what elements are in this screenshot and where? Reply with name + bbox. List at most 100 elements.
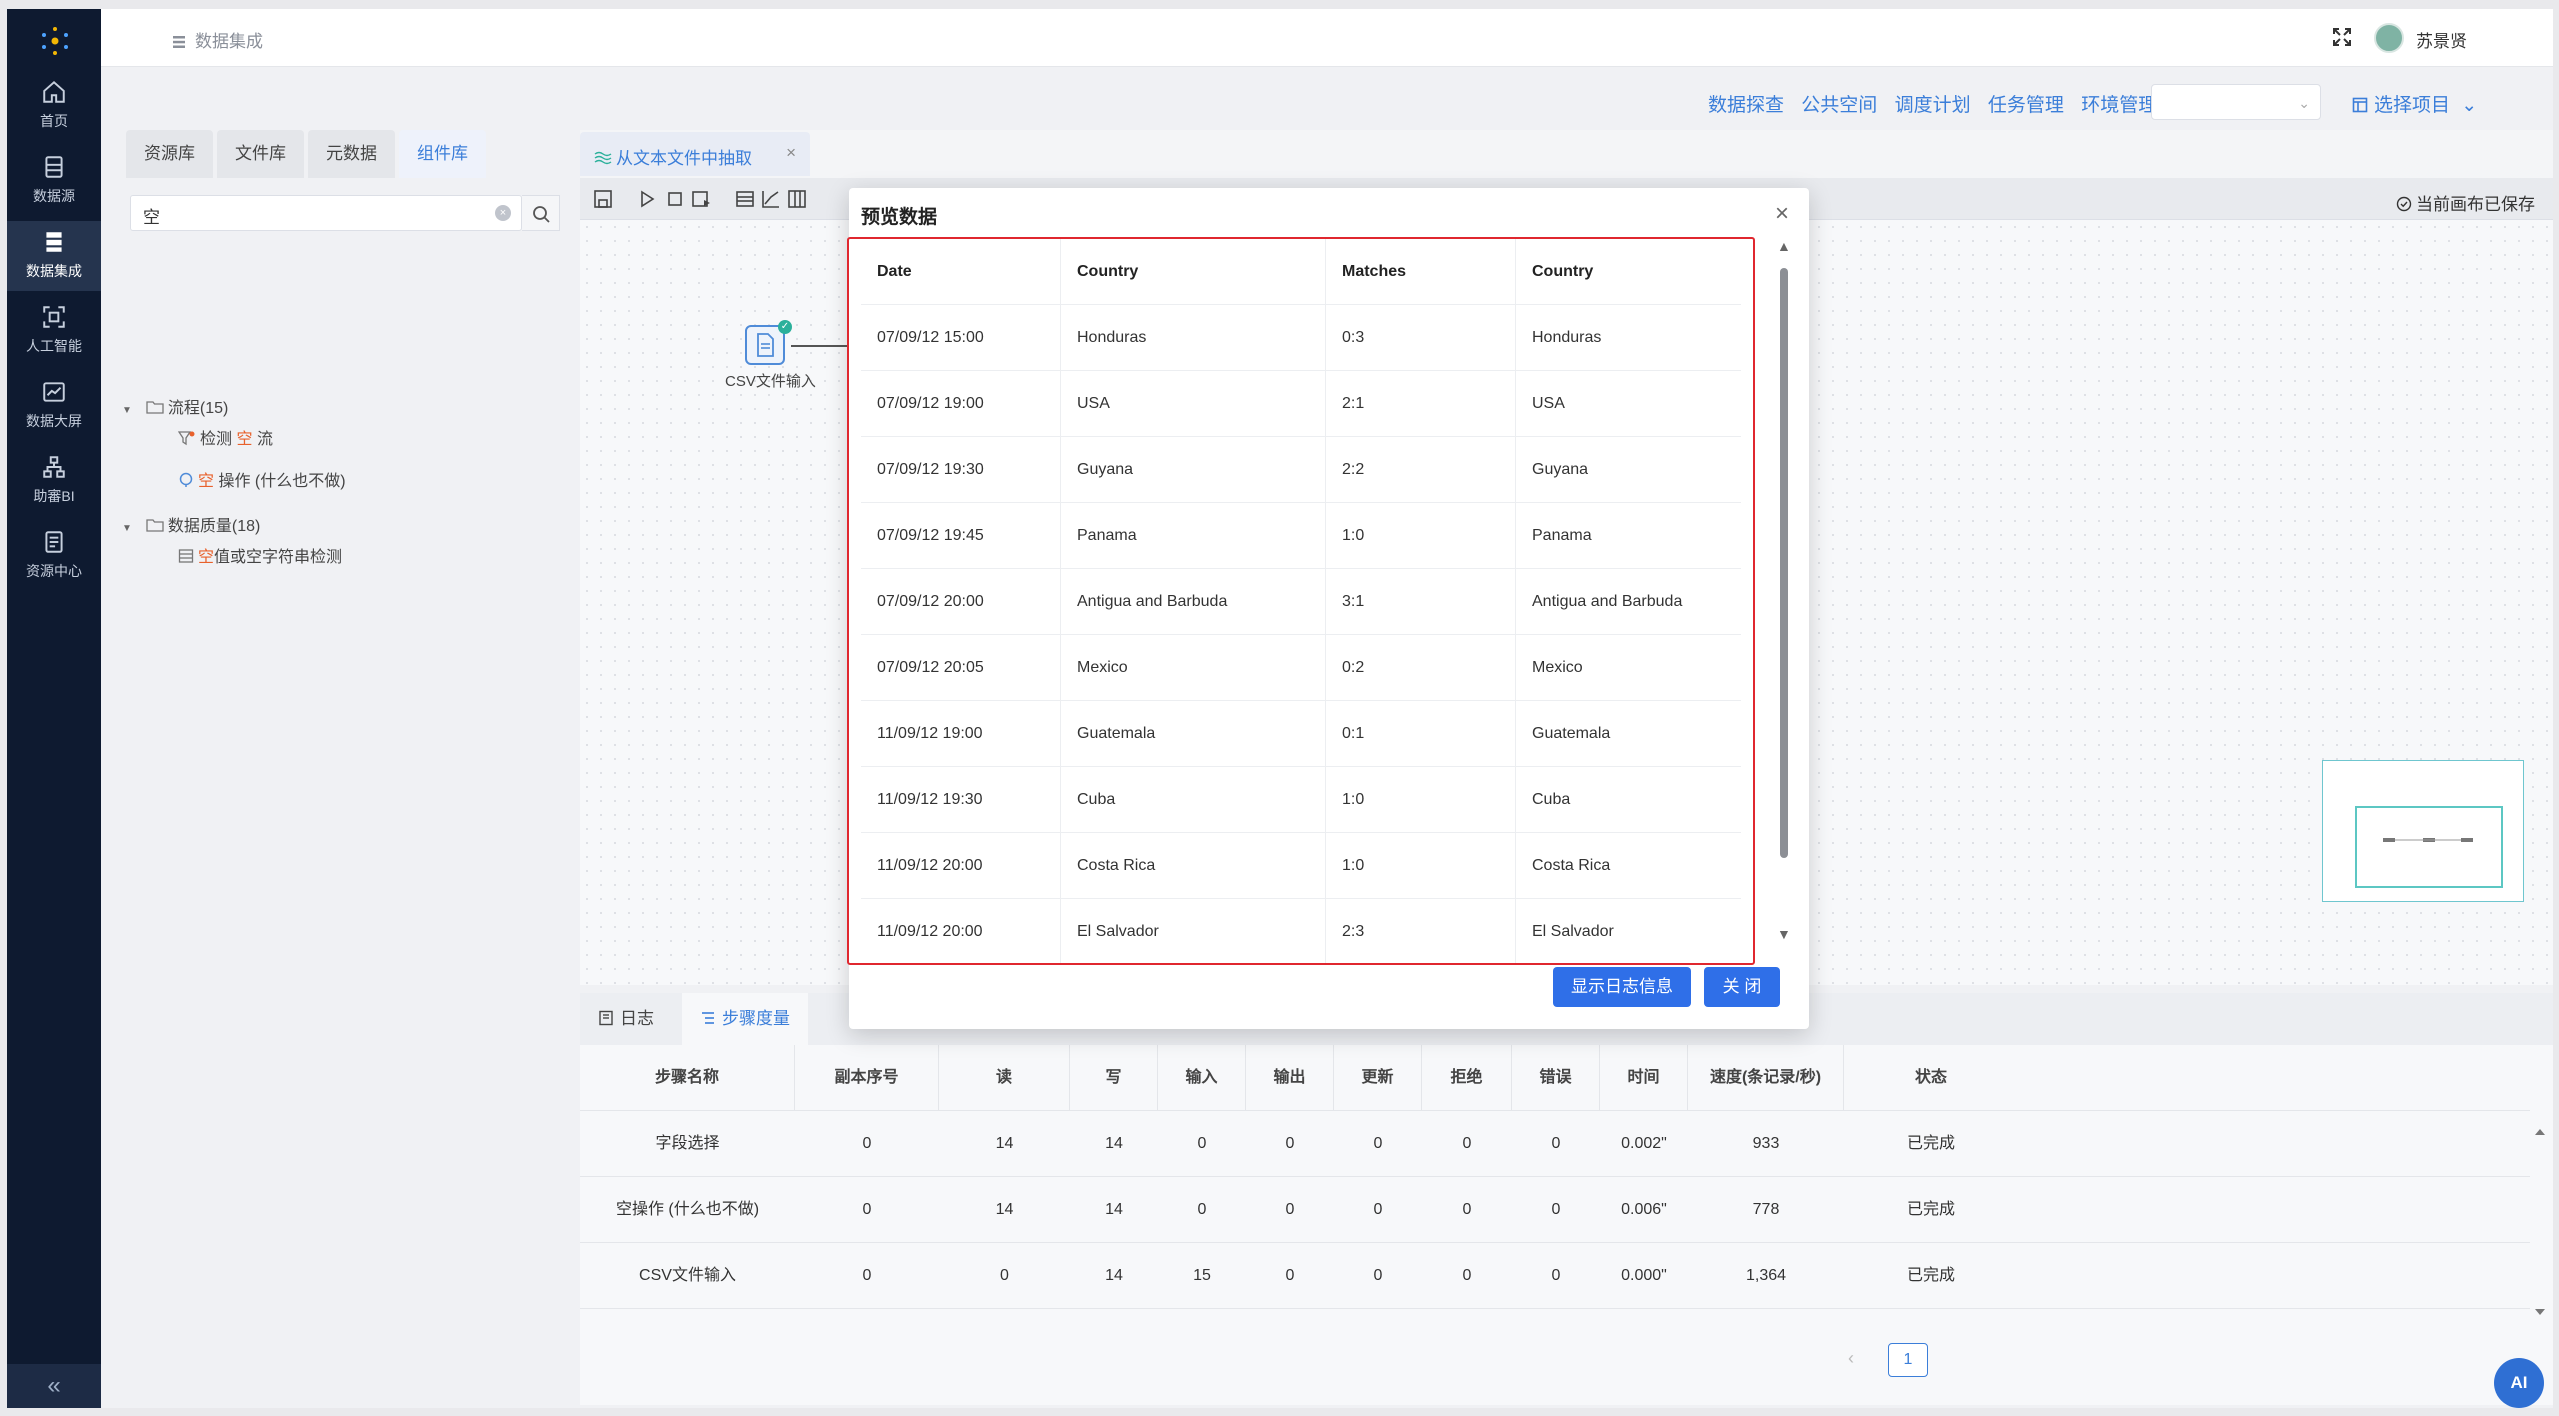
table-cell: Mexico: [1061, 635, 1326, 701]
subnav-task-manage[interactable]: 任务管理: [1988, 95, 2064, 116]
table-cell: 11/09/12 19:30: [861, 767, 1061, 833]
table-cell: 933: [1752, 1135, 1780, 1152]
tree-item-label: 操作 (什么也不做): [218, 473, 346, 490]
success-check-icon: ✓: [778, 320, 792, 334]
table-cell: 空操作 (什么也不做): [615, 1201, 760, 1218]
nav-item-label: 数据源: [33, 188, 75, 204]
search-button[interactable]: [522, 195, 560, 231]
tree-item-detect-empty-flow[interactable]: 检测 空 流: [177, 425, 273, 449]
tab-step-metrics[interactable]: 步骤度量: [682, 993, 808, 1045]
stop-icon[interactable]: [664, 188, 686, 210]
table-cell: 0: [1197, 1201, 1207, 1218]
table-cell: Cuba: [1532, 791, 1571, 808]
preview-data-dialog: 预览数据 × Date Country Matches Country 07/09/12…: [847, 188, 1809, 1029]
table-cell: 2:2: [1326, 437, 1516, 503]
table-cell: Mexico: [1532, 659, 1583, 676]
table-cell: 14: [1105, 1267, 1123, 1284]
close-icon[interactable]: ×: [1775, 200, 1789, 228]
show-log-button[interactable]: 显示日志信息: [1553, 967, 1691, 1007]
nav-item-screen[interactable]: 数据大屏: [7, 371, 101, 441]
clear-icon[interactable]: ×: [495, 205, 511, 221]
table-cell: 0: [862, 1135, 872, 1152]
minimap-viewport[interactable]: [2355, 806, 2503, 888]
bottom-scrollbar[interactable]: [2533, 1127, 2547, 1317]
subnav-data-explore[interactable]: 数据探查: [1708, 95, 1784, 116]
caret-down-icon[interactable]: ▼: [122, 523, 132, 534]
close-icon[interactable]: ×: [786, 143, 796, 163]
integration-icon: [46, 232, 62, 252]
page-number-button[interactable]: 1: [1888, 1343, 1928, 1377]
tab-file-lib[interactable]: 文件库: [217, 130, 304, 178]
environment-select[interactable]: ⌄: [2151, 84, 2321, 120]
table-cell: Costa Rica: [1532, 857, 1611, 874]
table-cell: 0: [1373, 1135, 1383, 1152]
scroll-up-icon[interactable]: ▲: [1777, 238, 1791, 254]
table-row: 11/09/12 20:00 El Salvador 2:3 El Salvador: [861, 899, 1741, 963]
table-row: 11/09/12 19:00 Guatemala 0:1 Guatemala: [861, 701, 1741, 767]
grid-icon[interactable]: [734, 188, 756, 210]
table-cell: 07/09/12 15:00: [861, 305, 1061, 371]
table-icon[interactable]: [786, 188, 808, 210]
table-cell: 0: [1462, 1201, 1472, 1218]
bottom-panel: 日志 步骤度量 步骤名称 副本序号读写输入 输出 更新 拒绝 错误 时间 速度(条记录/秒) 状…: [580, 993, 2553, 1405]
tree-group-quality[interactable]: ▼ 数据质量(18): [122, 512, 260, 536]
column-header: 状态: [1914, 1069, 1947, 1086]
nav-item-home[interactable]: 首页: [7, 71, 101, 141]
username[interactable]: 苏景贤: [2416, 27, 2467, 52]
preview-icon[interactable]: [690, 188, 712, 210]
project-icon: [2352, 97, 2368, 113]
tree-item-label: 检测: [200, 431, 233, 448]
component-search-input[interactable]: 空 ×: [130, 195, 522, 231]
collapse-sidebar-button[interactable]: «: [7, 1364, 101, 1408]
table-cell: 778: [1752, 1201, 1780, 1218]
node-label: CSV文件输入: [725, 373, 816, 390]
subnav-schedule[interactable]: 调度计划: [1895, 95, 1971, 116]
table-cell: El Salvador: [1532, 923, 1614, 940]
tab-extract-text-file[interactable]: 从文本文件中抽取 ×: [580, 132, 810, 176]
nav-item-integration[interactable]: 数据集成: [7, 221, 101, 291]
scroll-down-icon[interactable]: ▼: [1777, 926, 1791, 942]
nav-item-resource[interactable]: 资源中心: [7, 521, 101, 591]
nav-item-ai[interactable]: 人工智能: [7, 296, 101, 366]
table-cell: 0.000": [1621, 1267, 1667, 1284]
project-select-label: 选择项目: [2374, 95, 2451, 116]
chart-line-icon[interactable]: [760, 188, 782, 210]
nav-item-datasource[interactable]: 数据源: [7, 146, 101, 216]
table-cell: 字段选择: [655, 1135, 720, 1152]
save-icon[interactable]: [592, 188, 614, 210]
project-select[interactable]: 选择项目 ⌄: [2352, 90, 2477, 117]
prev-page-icon[interactable]: ‹: [1848, 1348, 1854, 1369]
tab-log[interactable]: 日志: [580, 993, 672, 1045]
folder-icon: [146, 401, 164, 414]
subnav-env-manage[interactable]: 环境管理: [2081, 95, 2157, 116]
tree-item-label: 流: [256, 431, 273, 448]
table-cell: 1:0: [1326, 767, 1516, 833]
run-icon[interactable]: [636, 188, 658, 210]
avatar[interactable]: [2374, 23, 2404, 53]
tree-item-empty-string-check[interactable]: 空值或空字符串检测: [178, 543, 342, 567]
close-dialog-button[interactable]: 关 闭: [1704, 967, 1780, 1007]
tab-metadata[interactable]: 元数据: [308, 130, 395, 178]
log-icon: [599, 1010, 613, 1026]
table-cell: Honduras: [1532, 329, 1602, 346]
tab-component-lib[interactable]: 组件库: [399, 130, 486, 178]
preview-scrollbar[interactable]: ▲ ▼: [1776, 238, 1792, 944]
tree-group-flow[interactable]: ▼ 流程(15): [122, 394, 228, 418]
table-cell: 0: [1551, 1135, 1561, 1152]
table-cell: 07/09/12 19:30: [861, 437, 1061, 503]
tree-item-highlight: 空: [198, 473, 215, 490]
table-cell: Cuba: [1061, 767, 1326, 833]
scrollbar-thumb[interactable]: [1780, 268, 1788, 858]
table-cell: Costa Rica: [1061, 833, 1326, 899]
nav-item-label: 首页: [40, 113, 68, 129]
ai-assistant-button[interactable]: AI: [2494, 1358, 2544, 1408]
tab-resource-lib[interactable]: 资源库: [126, 130, 213, 178]
tree-item-noop[interactable]: 空 操作 (什么也不做): [178, 467, 346, 491]
subnav-public-space[interactable]: 公共空间: [1801, 95, 1877, 116]
table-cell: 1:0: [1326, 503, 1516, 569]
table-cell: 1,364: [1745, 1267, 1787, 1284]
caret-down-icon[interactable]: ▼: [122, 405, 132, 416]
nav-item-bi[interactable]: 助審BI: [7, 446, 101, 516]
canvas-minimap[interactable]: [2322, 760, 2524, 902]
fullscreen-icon[interactable]: [2330, 25, 2354, 49]
